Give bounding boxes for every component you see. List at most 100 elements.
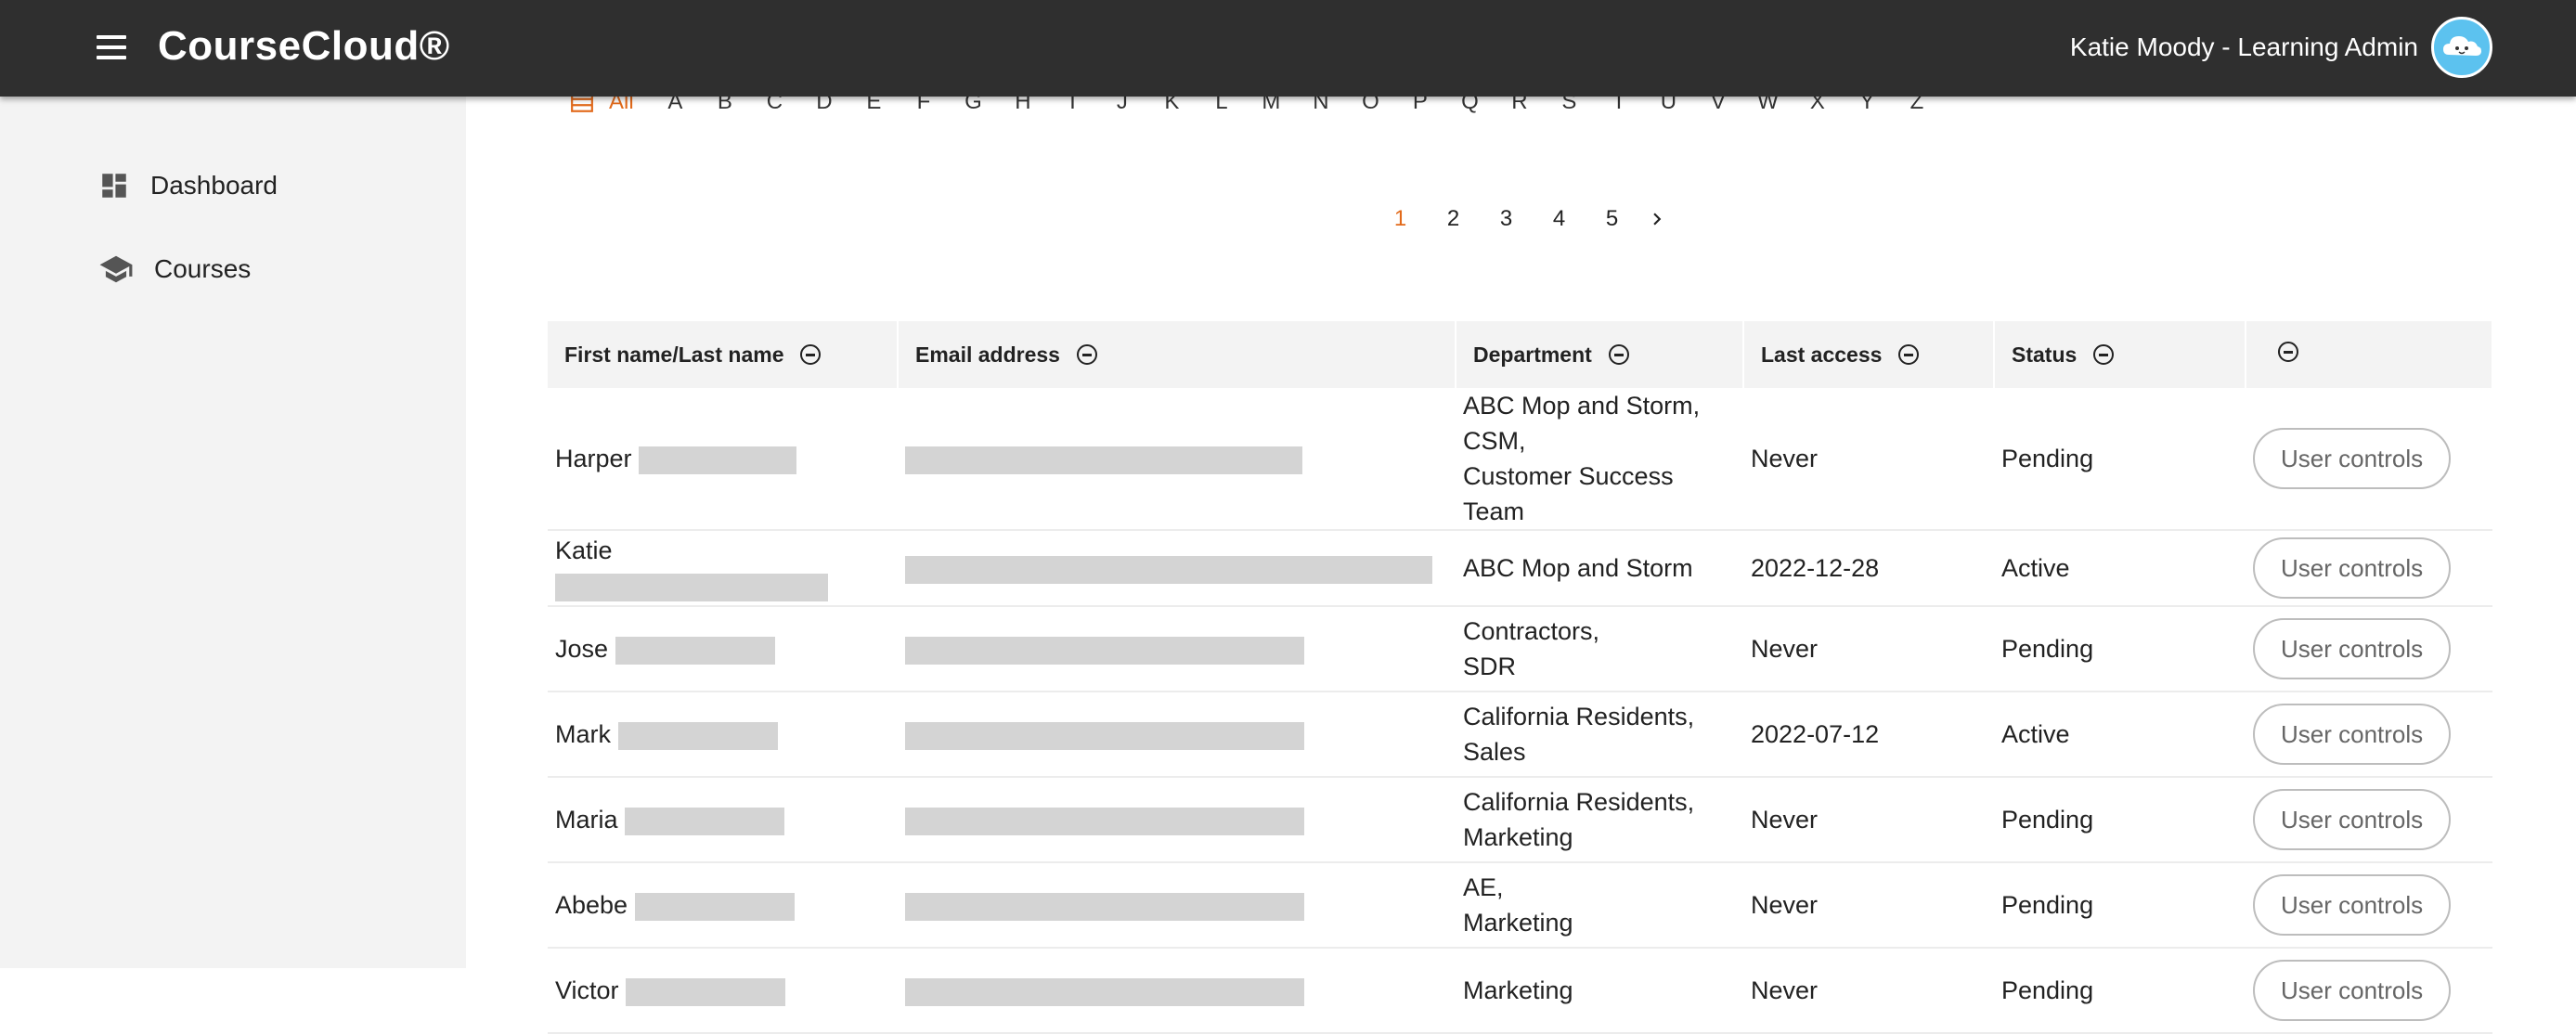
page-2-link[interactable]: 2	[1427, 200, 1480, 238]
table-row: Victor Marketing Never Pending User cont…	[548, 948, 2492, 1034]
page-1-link[interactable]: 1	[1374, 200, 1427, 238]
last-access-cell: 2022-12-28	[1743, 530, 1994, 607]
header-status-label[interactable]: Status	[2012, 343, 2077, 368]
header-email-label[interactable]: Email address	[915, 343, 1060, 368]
actions-cell: User controls	[2246, 530, 2492, 607]
chevron-right-icon	[1653, 213, 1662, 226]
page-5-link[interactable]: 5	[1586, 200, 1638, 238]
department-line: ABC Mop and Storm,	[1463, 392, 1701, 420]
header-last-access: Last access	[1743, 321, 1995, 388]
table-row: Katie ABC Mop and Storm 2022-12-28 Activ…	[548, 530, 2492, 607]
redacted-last-name	[555, 573, 828, 601]
hide-column-icon[interactable]	[1898, 344, 1920, 365]
table-row: Mark California Residents, Sales 2022-07…	[548, 691, 2492, 778]
email-cell	[898, 948, 1456, 1034]
hamburger-menu-icon[interactable]	[97, 35, 126, 61]
top-app-bar: CourseCloud® Katie Moody - Learning Admi…	[0, 0, 2576, 97]
user-avatar[interactable]	[2431, 17, 2492, 78]
email-cell	[898, 777, 1456, 863]
sidebar-item-label: Dashboard	[150, 171, 278, 200]
department-line: Sales	[1463, 738, 1526, 766]
pagination: 1 2 3 4 5	[1374, 200, 1676, 238]
page-3-link[interactable]: 3	[1480, 200, 1533, 238]
table-row: Abebe AE, Marketing Never Pending User c…	[548, 862, 2492, 949]
user-controls-button[interactable]: User controls	[2253, 537, 2452, 599]
redacted-email	[905, 446, 1302, 474]
header-department: Department	[1456, 321, 1744, 388]
first-name: Katie	[555, 536, 613, 564]
email-cell	[898, 606, 1456, 692]
redacted-last-name	[634, 892, 795, 921]
user-controls-button[interactable]: User controls	[2253, 618, 2452, 679]
table-row: Jose Contractors, SDR Never Pending User…	[548, 606, 2492, 692]
email-cell	[898, 530, 1456, 607]
department-cell: Marketing	[1456, 948, 1743, 1034]
header-last-access-label[interactable]: Last access	[1761, 343, 1882, 368]
header-email: Email address	[898, 321, 1456, 388]
department-line: Marketing	[1463, 909, 1573, 937]
redacted-email	[905, 636, 1304, 665]
department-line: Marketing	[1463, 823, 1573, 851]
header-first-name[interactable]: First name	[564, 343, 672, 368]
table-row: Harper ABC Mop and Storm, CSM, Customer …	[548, 388, 2492, 531]
first-name: Victor	[555, 976, 619, 1004]
actions-cell: User controls	[2246, 862, 2492, 949]
first-name: Maria	[555, 806, 618, 834]
redacted-email	[905, 555, 1432, 584]
sidebar-item-courses[interactable]: Courses	[98, 241, 451, 297]
table-header-row: First name / Last name Email address Dep…	[548, 321, 2493, 388]
sidebar-item-dashboard[interactable]: Dashboard	[98, 158, 451, 213]
hide-column-icon[interactable]	[2093, 344, 2115, 365]
name-cell: Mark	[548, 691, 898, 778]
header-last-name[interactable]: Last name	[679, 343, 784, 368]
header-status: Status	[1994, 321, 2246, 388]
department-line: California Residents,	[1463, 788, 1695, 816]
department-line: Marketing	[1463, 976, 1573, 1004]
department-cell: California Residents, Sales	[1456, 691, 1743, 778]
last-access-cell: Never	[1743, 388, 1994, 531]
user-controls-button[interactable]: User controls	[2253, 874, 2452, 936]
redacted-email	[905, 807, 1304, 835]
actions-cell: User controls	[2246, 691, 2492, 778]
redacted-last-name	[639, 446, 797, 474]
name-cell: Katie	[548, 530, 898, 607]
redacted-email	[905, 977, 1304, 1006]
cloud-face-icon	[2443, 36, 2481, 56]
user-controls-button[interactable]: User controls	[2253, 789, 2452, 850]
name-cell: Harper	[548, 388, 898, 531]
name-cell: Abebe	[548, 862, 898, 949]
user-controls-button[interactable]: User controls	[2253, 704, 2452, 765]
actions-cell: User controls	[2246, 948, 2492, 1034]
last-access-cell: Never	[1743, 948, 1994, 1034]
page-4-link[interactable]: 4	[1533, 200, 1586, 238]
status-cell: Pending	[1994, 862, 2246, 949]
redacted-last-name	[625, 807, 785, 835]
users-table: First name / Last name Email address Dep…	[548, 321, 2493, 1034]
redacted-email	[905, 721, 1304, 750]
dashboard-icon	[102, 174, 126, 198]
email-cell	[898, 691, 1456, 778]
brand-logo[interactable]: CourseCloud®	[158, 20, 450, 72]
department-line: SDR	[1463, 653, 1517, 680]
hide-column-icon[interactable]	[1608, 344, 1629, 365]
department-cell: AE, Marketing	[1456, 862, 1743, 949]
department-line: ABC Mop and Storm	[1463, 554, 1693, 582]
status-cell: Pending	[1994, 777, 2246, 863]
hide-column-icon[interactable]	[2278, 342, 2298, 362]
sidebar: Dashboard Courses	[0, 97, 466, 968]
email-cell	[898, 388, 1456, 531]
header-actions	[2246, 321, 2493, 388]
table-row: Maria California Residents, Marketing Ne…	[548, 777, 2492, 863]
next-page-button[interactable]	[1638, 200, 1676, 238]
hide-column-icon[interactable]	[800, 344, 822, 365]
redacted-last-name	[626, 977, 786, 1006]
hide-column-icon[interactable]	[1076, 344, 1097, 365]
status-cell: Active	[1994, 530, 2246, 607]
redacted-email	[905, 892, 1304, 921]
department-cell: California Residents, Marketing	[1456, 777, 1743, 863]
name-cell: Victor	[548, 948, 898, 1034]
user-controls-button[interactable]: User controls	[2253, 960, 2452, 1021]
department-cell: Contractors, SDR	[1456, 606, 1743, 692]
user-controls-button[interactable]: User controls	[2253, 428, 2452, 489]
header-department-label[interactable]: Department	[1473, 343, 1592, 368]
